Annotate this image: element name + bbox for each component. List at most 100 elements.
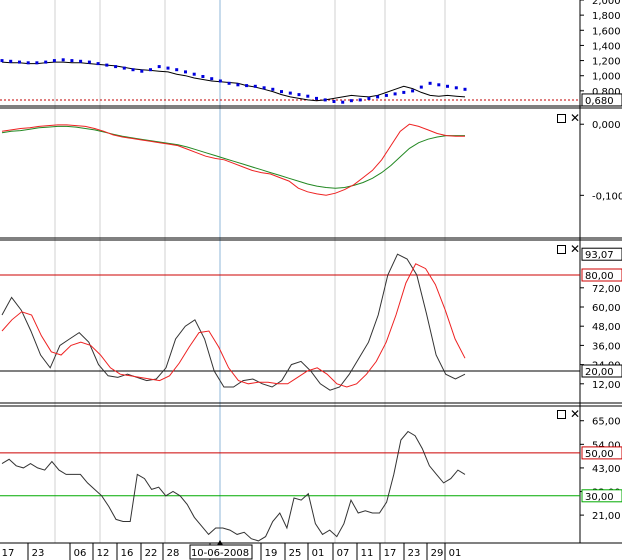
sar-dot <box>87 60 91 64</box>
panel-3-close-button[interactable]: ✕ <box>570 243 580 255</box>
sar-dot <box>9 59 13 63</box>
y-tick-label: 65,00 <box>592 417 621 428</box>
chart-canvas: 2,0001,8001,6001,4001,2001,0000,8000,680… <box>0 0 622 560</box>
sar-dot <box>131 68 135 72</box>
x-tick-label: 10-06-2008 <box>191 548 249 559</box>
indicator-line <box>1 430 466 542</box>
sar-dot <box>376 95 380 99</box>
sar-dot <box>419 85 423 89</box>
level-label: 50,00 <box>585 449 614 460</box>
y-tick-label: 43,00 <box>592 464 621 475</box>
sar-dot <box>332 100 336 103</box>
panel-3-maximize-button[interactable] <box>557 245 566 254</box>
sar-dot <box>149 68 152 72</box>
y-tick-label: 12,00 <box>592 380 621 391</box>
y-tick-label: 1,000 <box>592 72 621 83</box>
sar-dot <box>367 96 371 100</box>
x-tick-label: 25 <box>289 548 302 559</box>
y-tick-label: 60,00 <box>592 303 621 314</box>
sar-dot <box>61 58 65 62</box>
x-tick-label: 01 <box>312 548 325 559</box>
sar-dot <box>428 81 432 85</box>
sar-dot <box>175 68 179 72</box>
sar-dot <box>96 62 100 66</box>
sar-dot <box>446 84 449 88</box>
y-tick-label: 72,00 <box>592 284 621 295</box>
y-tick-label: 1,800 <box>592 11 621 22</box>
sar-dot <box>201 75 205 78</box>
sar-dot <box>157 65 161 69</box>
x-tick-label: 17 <box>384 548 397 559</box>
sar-dot <box>122 66 126 70</box>
sar-dot <box>18 60 21 64</box>
y-tick-label: 2,000 <box>592 0 621 7</box>
sar-dot <box>271 87 275 91</box>
sar-dot <box>262 86 266 90</box>
sar-dot <box>341 100 345 104</box>
sar-dot <box>140 69 144 73</box>
y-tick-label: 1,600 <box>592 26 621 37</box>
sar-dot <box>323 98 327 102</box>
chart-window: 2,000 1,800 1,600 1,400 1,200 1,000 0,800 0,680… <box>0 0 622 560</box>
sar-dot <box>411 89 415 93</box>
sar-dot <box>52 59 56 63</box>
sar-dot <box>227 81 231 85</box>
sar-dot <box>245 84 249 88</box>
sar-dot <box>315 96 318 100</box>
sar-dot <box>26 61 30 65</box>
sar-dot <box>70 59 74 63</box>
y-tick-label: 0,000 <box>592 120 621 131</box>
sar-dot <box>384 93 388 97</box>
x-tick-label: 11 <box>361 548 374 559</box>
macd-line <box>1 123 465 196</box>
y-tick-label: -0,100 <box>592 191 622 202</box>
sar-dot <box>192 72 196 76</box>
sar-dot <box>454 86 458 90</box>
y-tick-label: 21,00 <box>592 511 621 522</box>
level-label: 30,00 <box>585 492 614 503</box>
y-tick-label: 36,00 <box>592 341 621 352</box>
panel-2-maximize-button[interactable] <box>557 114 566 123</box>
sar-dot <box>288 91 292 95</box>
x-tick-label: 12 <box>97 548 110 559</box>
sar-dot <box>297 93 301 97</box>
y-tick-label: 1,200 <box>592 57 621 68</box>
level-label: 20,00 <box>585 367 614 378</box>
sar-dot <box>114 65 118 69</box>
y-tick-label: 1,400 <box>592 41 621 52</box>
x-tick-label: 07 <box>337 548 350 559</box>
sar-dot <box>437 83 441 87</box>
sar-dot <box>280 90 283 94</box>
sar-dot <box>349 99 353 103</box>
sar-dot <box>35 61 39 65</box>
sar-dot <box>105 63 109 67</box>
x-tick-label: 16 <box>121 548 134 559</box>
sar-dot <box>463 87 467 91</box>
sar-dot <box>393 92 397 96</box>
panel-4-maximize-button[interactable] <box>557 410 566 419</box>
sar-dot <box>79 59 83 63</box>
x-tick-label: 22 <box>145 548 158 559</box>
x-tick-label: 17 <box>2 548 15 559</box>
panel-4-close-button[interactable]: ✕ <box>570 408 580 420</box>
sar-dot <box>218 79 222 83</box>
sar-dot <box>253 84 257 88</box>
sar-dot <box>402 90 406 94</box>
price-current-label: 0,680 <box>585 96 614 107</box>
sar-dot <box>44 60 48 64</box>
sar-dot <box>358 98 362 102</box>
x-tick-label: 01 <box>449 548 462 559</box>
sar-dot <box>0 59 4 63</box>
sar-dot <box>184 70 187 74</box>
x-tick-label: 23 <box>408 548 421 559</box>
x-tick-label: 06 <box>74 548 87 559</box>
x-tick-label: 19 <box>265 548 278 559</box>
stochastic-d-line <box>1 263 466 388</box>
sar-dot <box>306 94 310 98</box>
signal-line <box>1 125 465 189</box>
panel-2-close-button[interactable]: ✕ <box>570 112 580 124</box>
level-label: 80,00 <box>585 271 614 282</box>
y-tick-label: 48,00 <box>592 322 621 333</box>
stochastic-current-label: 93,07 <box>585 250 614 261</box>
sar-dot <box>166 66 170 70</box>
